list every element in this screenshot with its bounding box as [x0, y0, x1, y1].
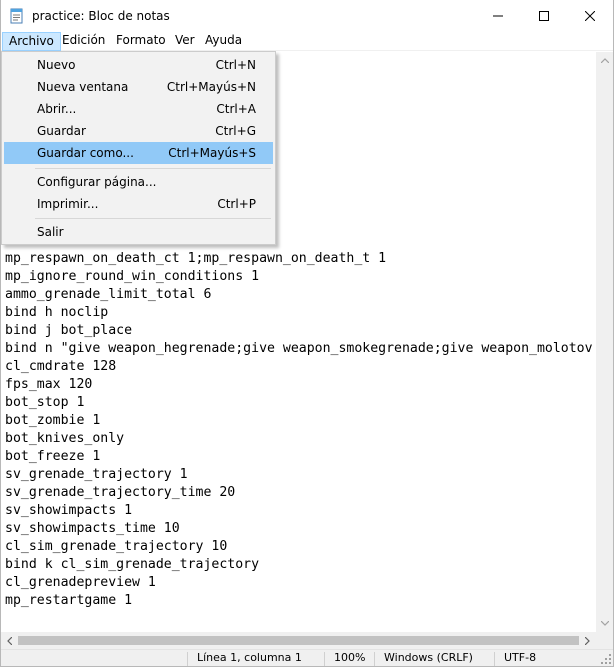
text-line: fps_max 120: [5, 377, 93, 392]
close-icon: [585, 10, 595, 21]
menu-item-label: Nueva ventana: [37, 80, 129, 94]
encoding: UTF-8: [504, 651, 537, 664]
menu-item-nueva-ventana[interactable]: Nueva ventana Ctrl+Mayús+N: [4, 76, 273, 98]
menu-bar: Archivo Edición Formato Ver Ayuda: [1, 31, 613, 51]
menu-edicion[interactable]: Edición: [56, 32, 111, 51]
notepad-window: practice: Bloc de notas Archivo Edición …: [0, 0, 614, 667]
menu-item-label: Salir: [37, 225, 64, 239]
scroll-right-button[interactable]: [579, 632, 596, 649]
text-line: bind k cl_sim_grenade_trajectory: [5, 557, 260, 572]
menu-item-shortcut: Ctrl+P: [217, 197, 256, 211]
minimize-button[interactable]: [475, 0, 521, 31]
chevron-left-icon: [7, 636, 12, 645]
menu-item-guardar[interactable]: Guardar Ctrl+G: [4, 120, 273, 142]
menu-ver[interactable]: Ver: [169, 32, 201, 51]
menu-item-salir[interactable]: Salir: [4, 221, 273, 243]
status-divider: [494, 652, 495, 666]
zoom-level: 100%: [334, 651, 366, 664]
horizontal-scrollbar[interactable]: [1, 632, 596, 649]
menu-ayuda[interactable]: Ayuda: [199, 32, 248, 51]
text-line: sv_showimpacts_time 10: [5, 521, 180, 536]
menu-item-shortcut: Ctrl+N: [215, 58, 256, 72]
close-button[interactable]: [567, 0, 613, 31]
menu-item-label: Abrir...: [37, 102, 77, 116]
window-title: practice: Bloc de notas: [32, 9, 170, 23]
maximize-icon: [539, 10, 549, 21]
menu-separator: [35, 218, 271, 219]
scroll-down-button[interactable]: [596, 615, 613, 632]
menu-item-guardar-como[interactable]: Guardar como... Ctrl+Mayús+S: [4, 142, 273, 164]
text-line: bot_zombie 1: [5, 413, 101, 428]
text-line: bot_knives_only: [5, 431, 125, 446]
text-line: bot_freeze 1: [5, 449, 101, 464]
text-line: mp_ignore_round_win_conditions 1: [5, 269, 260, 284]
menu-item-shortcut: Ctrl+A: [216, 102, 256, 116]
scrollbar-corner: [596, 632, 613, 649]
menu-item-imprimir[interactable]: Imprimir... Ctrl+P: [4, 193, 273, 215]
status-divider: [324, 652, 325, 666]
title-bar[interactable]: practice: Bloc de notas: [1, 0, 613, 31]
text-line: mp_restartgame 1: [5, 593, 133, 608]
minimize-icon: [493, 15, 503, 16]
status-divider: [187, 652, 188, 666]
menu-item-label: Imprimir...: [37, 197, 99, 211]
menu-item-nuevo[interactable]: Nuevo Ctrl+N: [4, 54, 273, 76]
text-line: bind n "give weapon_hegrenade;give weapo…: [5, 341, 593, 356]
chevron-down-icon: [600, 621, 609, 626]
text-line: bind j bot_place: [5, 323, 133, 338]
text-line: cl_grenadepreview 1: [5, 575, 156, 590]
text-line: sv_grenade_trajectory_time 20: [5, 485, 236, 500]
text-line: sv_showimpacts 1: [5, 503, 133, 518]
status-bar: Línea 1, columna 1 100% Windows (CRLF) U…: [1, 649, 613, 666]
vertical-scrollbar[interactable]: [596, 52, 613, 632]
menu-item-shortcut: Ctrl+Mayús+S: [168, 146, 256, 160]
scroll-up-button[interactable]: [596, 52, 613, 69]
text-line: sv_grenade_trajectory 1: [5, 467, 188, 482]
menu-item-label: Nuevo: [37, 58, 76, 72]
resize-grip-icon[interactable]: [601, 654, 611, 664]
file-menu-dropdown: Nuevo Ctrl+N Nueva ventana Ctrl+Mayús+N …: [1, 51, 276, 245]
menu-item-abrir[interactable]: Abrir... Ctrl+A: [4, 98, 273, 120]
text-line: ammo_grenade_limit_total 6: [5, 287, 212, 302]
menu-item-configurar-pagina[interactable]: Configurar página...: [4, 171, 273, 193]
status-divider: [374, 652, 375, 666]
notepad-app-icon[interactable]: [9, 8, 25, 24]
menu-item-label: Guardar como...: [37, 146, 134, 160]
chevron-up-icon: [600, 58, 609, 63]
text-line: bot_stop 1: [5, 395, 85, 410]
menu-item-shortcut: Ctrl+G: [215, 124, 256, 138]
text-line: cl_sim_grenade_trajectory 10: [5, 539, 228, 554]
chevron-right-icon: [585, 636, 590, 645]
horizontal-scroll-thumb[interactable]: [18, 636, 579, 645]
maximize-button[interactable]: [521, 0, 567, 31]
text-line: cl_cmdrate 128: [5, 359, 117, 374]
line-ending: Windows (CRLF): [384, 651, 473, 664]
text-line: bind h noclip: [5, 305, 109, 320]
menu-separator: [35, 168, 271, 169]
menu-archivo[interactable]: Archivo: [2, 32, 61, 51]
cursor-position: Línea 1, columna 1: [197, 651, 302, 664]
text-line: mp_respawn_on_death_ct 1;mp_respawn_on_d…: [5, 251, 387, 266]
menu-formato[interactable]: Formato: [110, 32, 172, 51]
menu-item-shortcut: Ctrl+Mayús+N: [166, 80, 256, 94]
scroll-left-button[interactable]: [1, 632, 18, 649]
menu-item-label: Configurar página...: [37, 175, 157, 189]
menu-item-label: Guardar: [37, 124, 86, 138]
